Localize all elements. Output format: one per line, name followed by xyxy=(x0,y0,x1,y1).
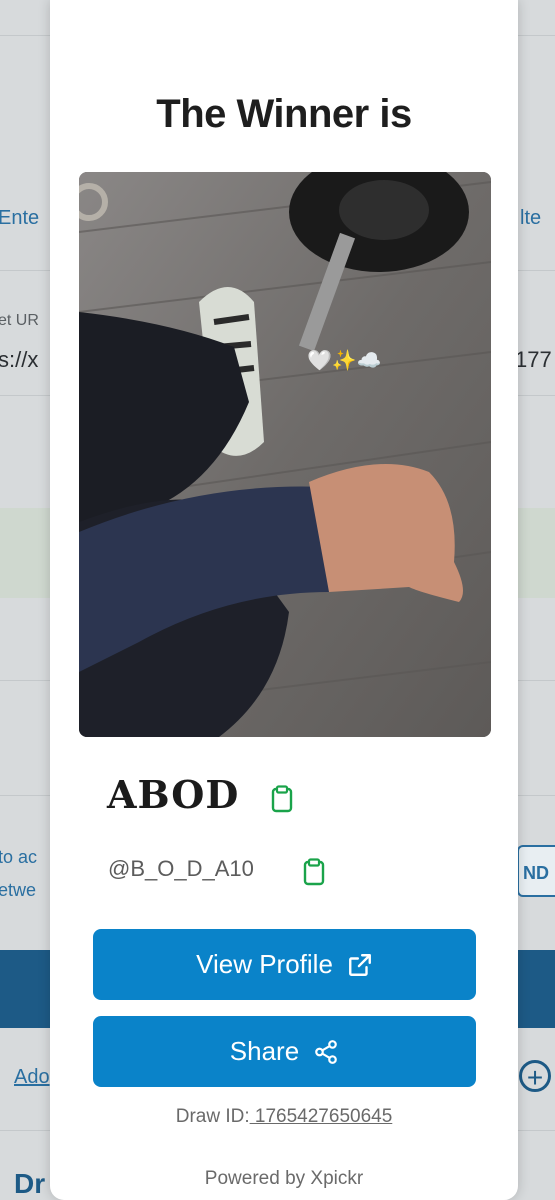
winner-handle: @B_O_D_A10 xyxy=(108,856,254,881)
share-button[interactable]: Share xyxy=(93,1016,476,1087)
share-label: Share xyxy=(229,1036,300,1066)
bg-url-input-right[interactable]: 177 xyxy=(515,347,552,373)
bg-url-input-left[interactable]: s://x xyxy=(0,347,38,373)
draw-id: Draw ID: 1765427650645 xyxy=(50,1106,518,1128)
bg-link-filter[interactable]: lte xyxy=(520,207,541,230)
view-profile-label: View Profile xyxy=(196,949,333,979)
winner-photo: 🤍✨☁️ xyxy=(79,172,491,737)
external-link-icon xyxy=(348,953,371,976)
winner-photo-image: 🤍✨☁️ xyxy=(79,172,491,737)
photo-emoji-overlay: 🤍✨☁️ xyxy=(307,349,382,372)
bg-heading: Dr xyxy=(14,1168,46,1199)
clipboard-icon[interactable] xyxy=(303,858,325,886)
winner-name: ABOD xyxy=(107,772,240,817)
bg-text-line-2: etwe xyxy=(0,880,37,900)
clipboard-icon[interactable] xyxy=(271,785,293,813)
share-icon xyxy=(315,1039,338,1064)
bg-label-url: et UR xyxy=(0,312,39,329)
bg-text-line-1: to ac xyxy=(0,847,38,867)
bg-add-link[interactable]: Ado xyxy=(14,1066,50,1089)
bg-send-button[interactable]: ND xyxy=(517,845,555,897)
plus-circle-icon[interactable]: + xyxy=(519,1060,551,1093)
modal-title: The Winner is xyxy=(156,92,412,136)
winner-modal: The Winner is 🤍✨☁️ ABOD @B_O_D_A10 View … xyxy=(50,0,518,1200)
draw-id-label: Draw ID: xyxy=(175,1106,250,1127)
draw-id-link[interactable]: 1765427650645 xyxy=(250,1106,392,1127)
powered-by: Powered by Xpickr xyxy=(204,1168,364,1189)
view-profile-button[interactable]: View Profile xyxy=(93,929,476,1000)
bg-link-enter[interactable]: Ente xyxy=(0,207,39,230)
